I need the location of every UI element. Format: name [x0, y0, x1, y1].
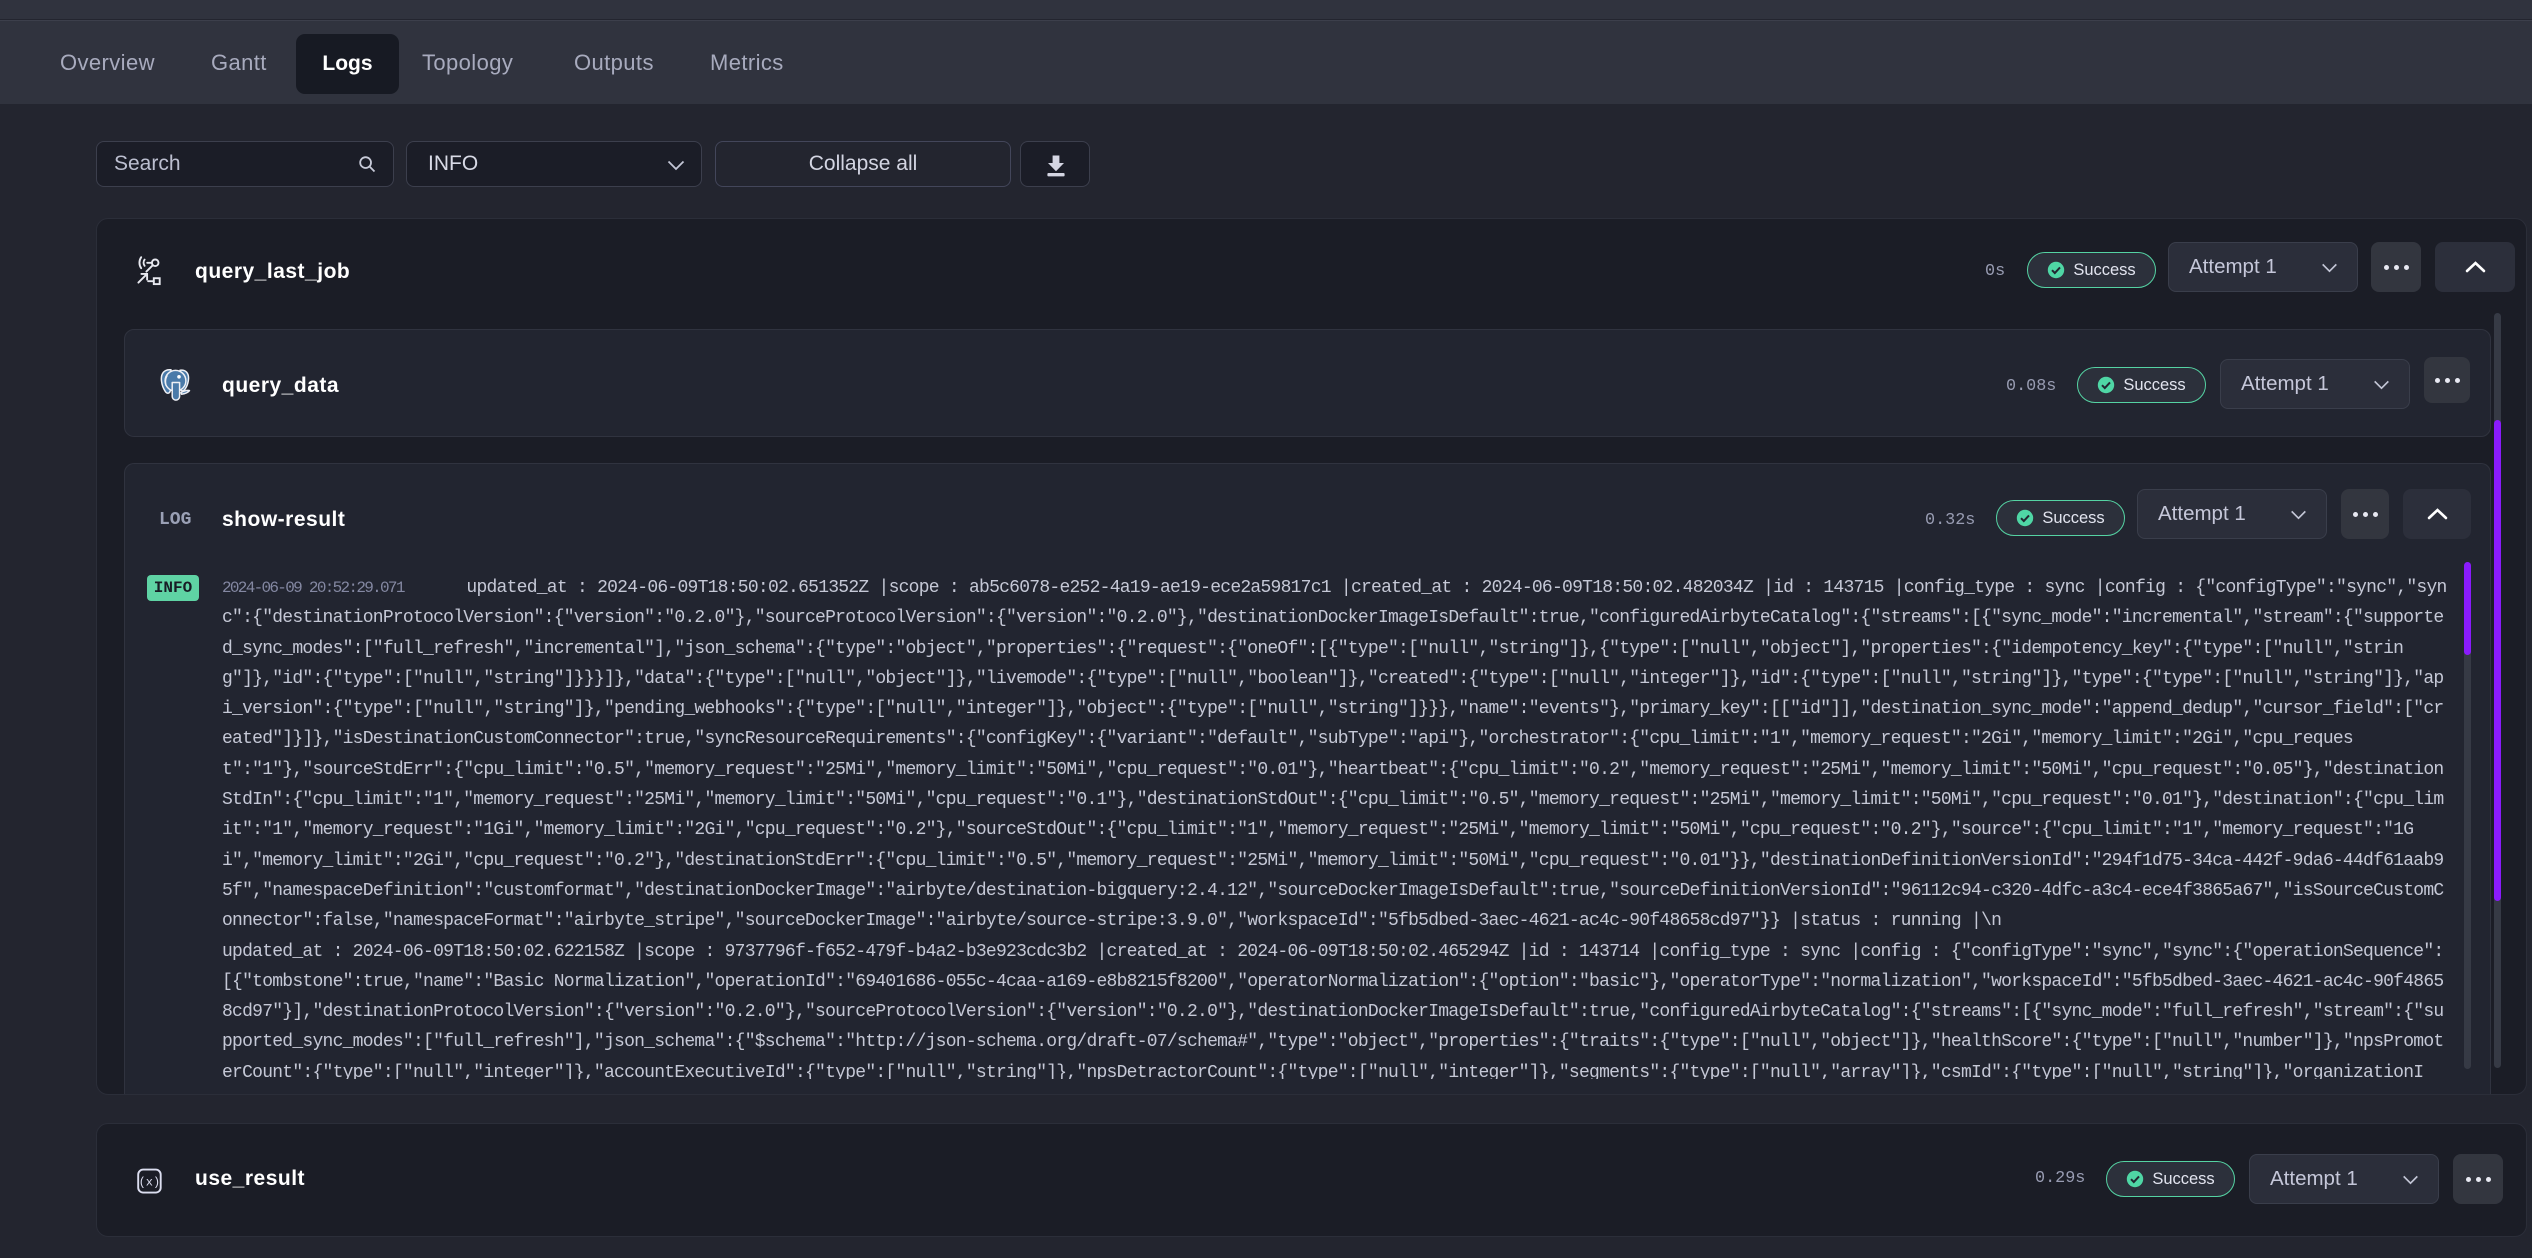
svg-text:(x): (x): [139, 1176, 161, 1190]
